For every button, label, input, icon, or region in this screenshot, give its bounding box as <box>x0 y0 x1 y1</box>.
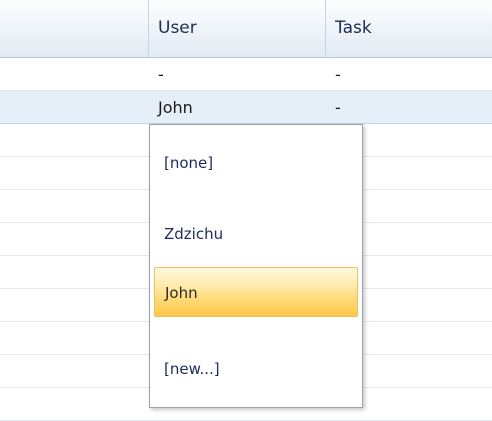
row-cell-blank[interactable] <box>0 91 149 124</box>
dropdown-option-none[interactable]: [none] <box>154 138 358 188</box>
task-cell[interactable]: - <box>326 58 492 91</box>
row-cell-blank[interactable] <box>0 355 149 388</box>
dropdown-option-john[interactable]: John <box>154 267 358 317</box>
column-header-user[interactable]: User <box>149 0 326 57</box>
user-cell[interactable]: - <box>149 58 326 91</box>
row-cell-blank[interactable] <box>0 322 149 355</box>
dropdown-option-zdzichu[interactable]: Zdzichu <box>154 209 358 259</box>
row-cell-blank[interactable] <box>0 124 149 157</box>
row-cell-blank[interactable] <box>0 256 149 289</box>
row-cell-blank[interactable] <box>0 289 149 322</box>
column-header-task[interactable]: Task <box>326 0 492 57</box>
row-cell-blank[interactable] <box>0 190 149 223</box>
table-row[interactable]: - - <box>0 58 492 91</box>
user-dropdown-list[interactable]: [none] Zdzichu John [new...] <box>149 124 363 408</box>
user-cell[interactable]: John <box>149 91 326 124</box>
table-row-selected[interactable]: John - <box>0 91 492 124</box>
row-cell-blank[interactable] <box>0 58 149 91</box>
row-cell-blank[interactable] <box>0 388 149 421</box>
column-header-blank[interactable] <box>0 0 149 57</box>
dropdown-option-new[interactable]: [new...] <box>154 344 358 394</box>
row-cell-blank[interactable] <box>0 223 149 256</box>
row-cell-blank[interactable] <box>0 157 149 190</box>
task-cell[interactable]: - <box>326 91 492 124</box>
grid-header: User Task <box>0 0 492 58</box>
